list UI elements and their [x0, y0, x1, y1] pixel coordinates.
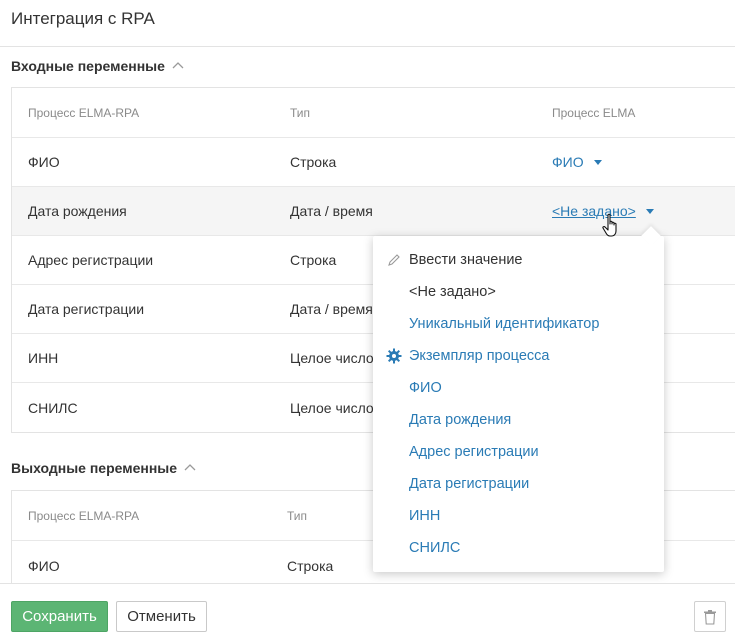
elma-mapping-select[interactable]: ФИО: [552, 138, 602, 186]
trash-icon[interactable]: [703, 609, 717, 625]
variable-type: Целое число: [290, 350, 374, 366]
variable-type: Дата / время: [290, 301, 373, 317]
column-header-rpa: Процесс ELMA-RPA: [28, 508, 140, 523]
elma-mapping-dropdown: Ввести значение <Не задано> Уникальный и…: [373, 226, 664, 572]
dropdown-item-snils[interactable]: СНИЛС: [409, 532, 460, 564]
cancel-button[interactable]: Отменить: [116, 601, 207, 632]
chevron-up-icon[interactable]: [183, 461, 197, 475]
dropdown-item-process-instance[interactable]: Экземпляр процесса: [409, 340, 549, 372]
chevron-up-icon[interactable]: [171, 59, 185, 73]
dropdown-item-registration-date[interactable]: Дата регистрации: [409, 468, 529, 500]
dropdown-item-enter-value[interactable]: Ввести значение: [409, 244, 523, 276]
dropdown-item-not-set[interactable]: <Не задано>: [409, 276, 496, 308]
dropdown-item-birth-date[interactable]: Дата рождения: [409, 404, 511, 436]
table-row: Дата рождения Дата / время <Не задано>: [12, 187, 735, 236]
dropdown-item-unique-id[interactable]: Уникальный идентификатор: [409, 308, 599, 340]
delete-button[interactable]: [694, 601, 726, 632]
input-section-header[interactable]: Входные переменные: [11, 58, 185, 74]
column-header-type: Тип: [290, 105, 311, 120]
variable-type: Целое число: [290, 399, 374, 416]
rpa-variable-name: ФИО: [28, 154, 60, 170]
footer-bar: Сохранить Отменить: [0, 583, 735, 643]
gear-icon: [385, 340, 403, 372]
variable-type: Строка: [287, 557, 334, 574]
rpa-variable-name: Дата рождения: [28, 203, 127, 219]
table-header-row: Процесс ELMA-RPA Тип Процесс ELMA: [12, 88, 735, 138]
rpa-variable-name: СНИЛС: [28, 399, 78, 416]
output-section-header[interactable]: Выходные переменные: [11, 460, 197, 476]
variable-type: Строка: [290, 252, 337, 268]
column-header-elma: Процесс ELMA: [552, 105, 636, 120]
variable-type: Дата / время: [290, 203, 373, 219]
column-header-rpa: Процесс ELMA-RPA: [28, 105, 140, 120]
save-button[interactable]: Сохранить: [11, 601, 108, 632]
rpa-variable-name: ФИО: [28, 557, 60, 574]
output-section-title: Выходные переменные: [11, 460, 178, 476]
caret-down-icon[interactable]: [645, 208, 654, 214]
rpa-variable-name: Дата регистрации: [28, 301, 145, 317]
elma-mapping-value[interactable]: <Не задано>: [552, 203, 636, 219]
elma-mapping-value[interactable]: ФИО: [552, 154, 584, 170]
window-header: Интеграция с RPA: [0, 0, 735, 47]
dropdown-item-inn[interactable]: ИНН: [409, 500, 440, 532]
dropdown-item-fio[interactable]: ФИО: [409, 372, 442, 404]
caret-down-icon[interactable]: [593, 159, 602, 165]
dropdown-item-registration-address[interactable]: Адрес регистрации: [409, 436, 539, 468]
rpa-variable-name: ИНН: [28, 350, 59, 366]
input-section-title: Входные переменные: [11, 58, 165, 74]
page-title: Интеграция с RPA: [11, 9, 155, 28]
hand-cursor-icon: [602, 213, 617, 237]
rpa-variable-name: Адрес регистрации: [28, 252, 154, 268]
variable-type: Строка: [290, 154, 337, 170]
table-row: ФИО Строка ФИО: [12, 138, 735, 187]
pencil-icon: [385, 244, 403, 276]
column-header-type: Тип: [287, 508, 308, 523]
